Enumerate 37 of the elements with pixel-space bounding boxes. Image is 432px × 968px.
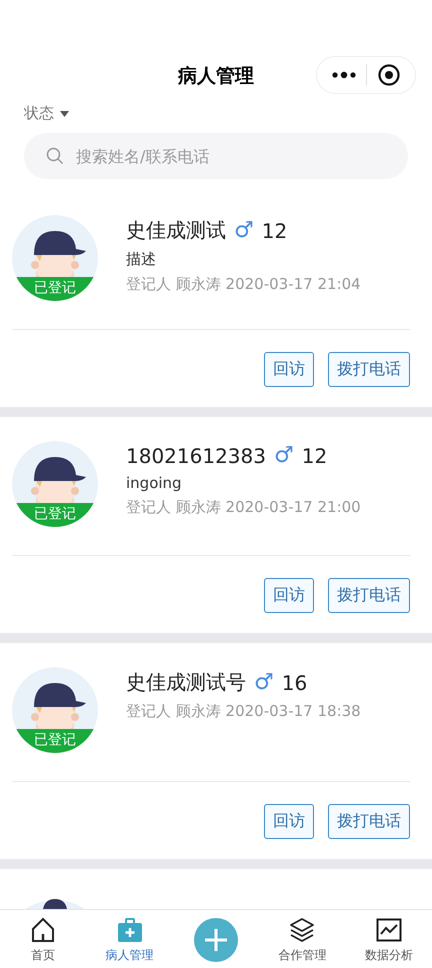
- patient-age: 16: [282, 670, 308, 694]
- registrar-text: 登记人 顾永涛 2020-03-17 18:38: [126, 702, 361, 721]
- action-button[interactable]: 回访: [264, 578, 314, 613]
- tab-item[interactable]: 首页: [0, 910, 86, 968]
- gender-symbol: ♂: [274, 443, 294, 468]
- layers-icon: [289, 917, 316, 943]
- tab-item[interactable]: 数据分析: [346, 910, 432, 968]
- chart-icon: [376, 917, 402, 943]
- patient-age: 12: [262, 218, 288, 242]
- tab-item[interactable]: 病人管理: [86, 910, 173, 968]
- gender-symbol: ♂: [254, 670, 274, 695]
- patient-age: 12: [302, 444, 328, 468]
- patient-name: 史佳成测试: [126, 217, 226, 244]
- registrar-text: 登记人 顾永涛 2020-03-17 21:00: [126, 498, 361, 517]
- caret-icon: [60, 110, 69, 116]
- registrar-text: 登记人 顾永涛 2020-03-17 21:04: [126, 275, 361, 294]
- search-input[interactable]: 搜索姓名/联系电话: [74, 146, 386, 166]
- action-button[interactable]: 拨打电话: [328, 578, 410, 613]
- action-button[interactable]: 拨打电话: [328, 352, 410, 387]
- page-title: 病人管理: [178, 64, 254, 89]
- medical-kit-icon: [116, 917, 143, 943]
- patient-name: 18021612383: [126, 444, 266, 468]
- patient-name: 史佳成测试号: [126, 669, 246, 696]
- action-button[interactable]: 拨打电话: [328, 804, 410, 839]
- home-icon: [30, 917, 56, 943]
- action-button[interactable]: 回访: [264, 352, 314, 387]
- more-icon[interactable]: [332, 71, 356, 79]
- gender-symbol: ♂: [234, 218, 254, 243]
- tab-item[interactable]: 合作管理: [259, 910, 346, 968]
- action-button[interactable]: 回访: [264, 804, 314, 839]
- status-filter[interactable]: 状态: [24, 104, 69, 123]
- plus-icon: [203, 927, 230, 953]
- patient-description: ingoing: [126, 474, 183, 492]
- patient-description: 描述: [126, 250, 157, 269]
- search-field[interactable]: 搜索姓名/联系电话: [24, 133, 408, 179]
- person-icon: [25, 897, 85, 909]
- search-icon: [46, 147, 64, 165]
